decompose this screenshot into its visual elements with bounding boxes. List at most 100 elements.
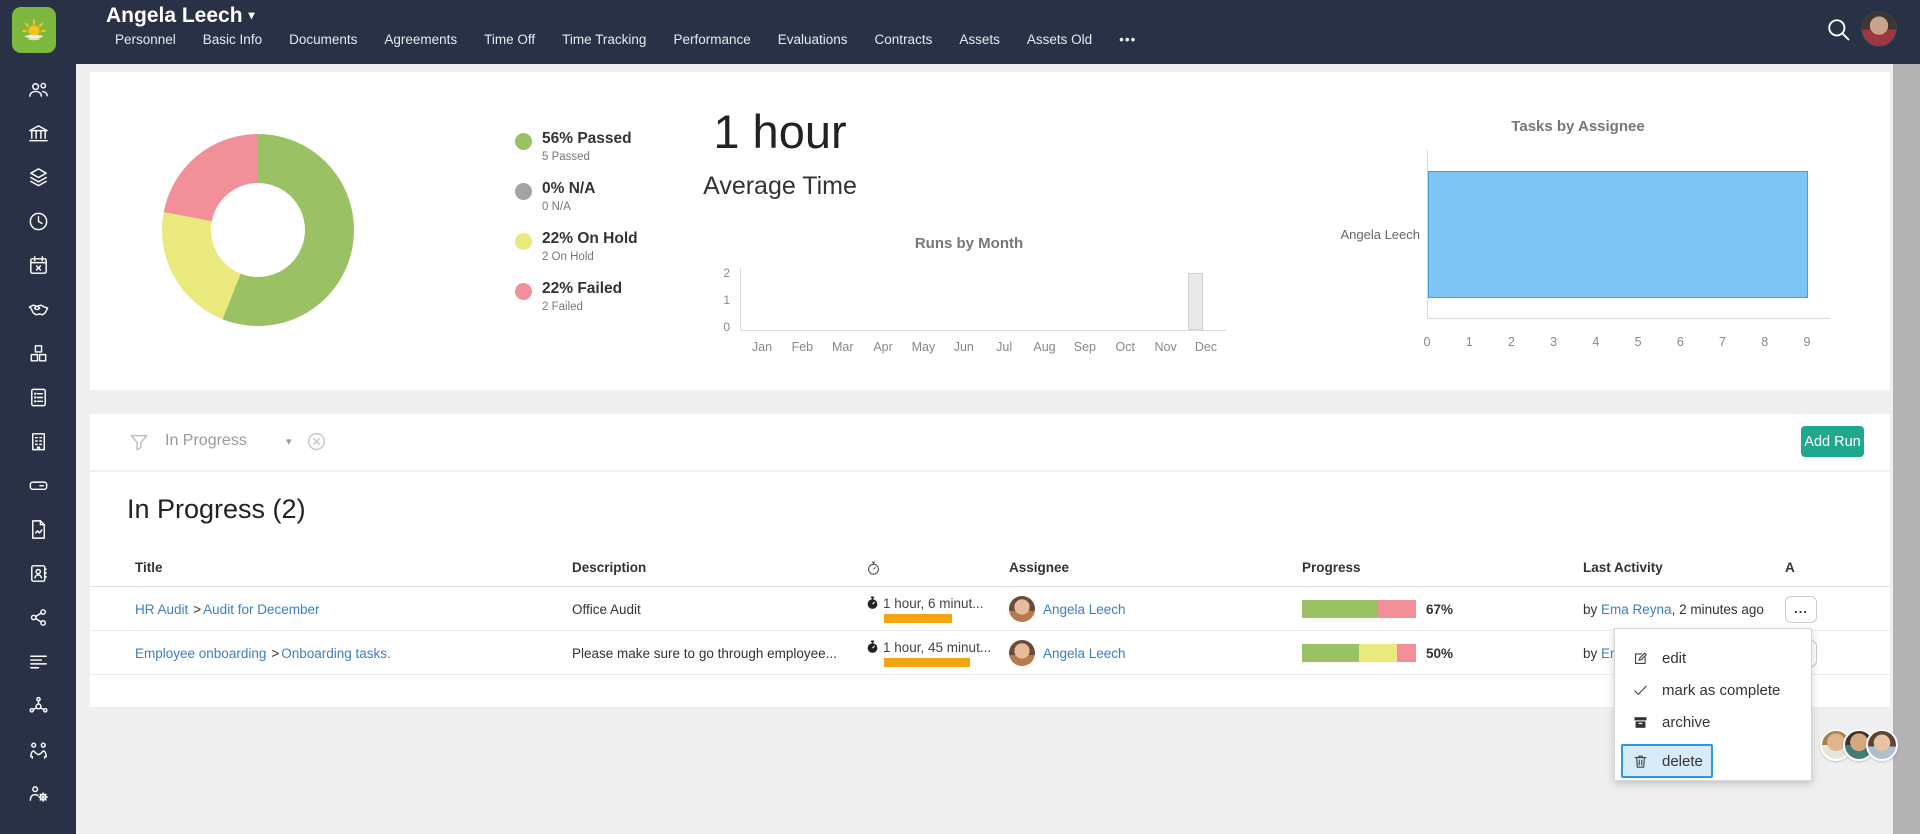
nav-contracts[interactable]: Contracts — [875, 32, 933, 47]
top-header: Angela Leech ▾ Personnel Basic Info Docum… — [0, 0, 1920, 64]
runs-status-donut-chart — [162, 134, 354, 326]
checklist-icon[interactable] — [27, 386, 50, 409]
filter-status-dropdown[interactable]: In Progress — [165, 432, 247, 450]
cubes-icon[interactable] — [27, 342, 50, 365]
time-progress-bar — [884, 613, 952, 623]
legend-dot-failed — [515, 283, 532, 300]
share-icon[interactable] — [27, 606, 50, 629]
progress-percent: 67% — [1426, 601, 1454, 617]
col-progress: Progress — [1302, 560, 1361, 575]
section-heading: In Progress (2) — [127, 494, 306, 524]
add-run-button[interactable]: Add Run — [1801, 426, 1864, 457]
nav-performance[interactable]: Performance — [673, 32, 750, 47]
col-actions: A — [1785, 560, 1795, 575]
people-pair-icon[interactable] — [27, 738, 50, 761]
filter-clear-icon[interactable] — [306, 431, 327, 452]
runs-month-labels: Jan Feb Mar Apr May Jun Jul Aug Sep Oct Nov De… — [751, 340, 1218, 354]
search-icon[interactable] — [1824, 15, 1852, 43]
run-link[interactable]: Audit for December — [203, 602, 319, 617]
row-actions-button[interactable]: ... — [1785, 595, 1817, 623]
run-link[interactable]: Onboarding tasks. — [281, 646, 391, 661]
average-time-label: Average Time — [703, 172, 857, 200]
runs-ytick-2: 2 — [723, 266, 730, 280]
filter-bar: In Progress ▾ Add Run — [90, 414, 1890, 470]
check-icon — [1634, 685, 1647, 695]
legend-dot-na — [515, 183, 532, 200]
average-time-value: 1 hour — [713, 105, 847, 158]
menu-item-delete[interactable]: delete — [1621, 744, 1713, 778]
filter-caret-icon[interactable]: ▾ — [286, 435, 292, 448]
page-title[interactable]: Angela Leech ▾ — [106, 4, 255, 28]
run-assignee-cell: Angela Leech — [1009, 587, 1126, 631]
nav-documents[interactable]: Documents — [289, 32, 357, 47]
bank-icon[interactable] — [27, 122, 50, 145]
presence-avatar-3[interactable] — [1866, 729, 1898, 761]
legend-on-hold: 22% On Hold 2 On Hold — [515, 230, 638, 263]
calendar-x-icon[interactable] — [27, 254, 50, 277]
run-parent-link[interactable]: HR Audit — [135, 602, 188, 617]
clock-icon[interactable] — [27, 210, 50, 233]
legend-na: 0% N/A 0 N/A — [515, 180, 595, 213]
document-chart-icon[interactable] — [27, 518, 50, 541]
nav-basic-info[interactable]: Basic Info — [203, 32, 262, 47]
trash-icon — [1634, 755, 1647, 768]
building-icon[interactable] — [27, 430, 50, 453]
people-gear-icon[interactable] — [27, 782, 50, 805]
table-row: HR Audit > Audit for December Office Aud… — [90, 587, 1890, 631]
tasks-x-axis — [1427, 318, 1830, 319]
run-progress-cell: 67% — [1302, 587, 1453, 631]
menu-item-edit[interactable]: edit — [1615, 642, 1813, 674]
menu-item-mark-complete[interactable]: mark as complete — [1615, 674, 1813, 706]
menu-item-archive[interactable]: archive — [1615, 706, 1813, 738]
nav-evaluations[interactable]: Evaluations — [778, 32, 848, 47]
col-last-activity: Last Activity — [1583, 560, 1663, 575]
table-header: Title Description Assignee Progress Last… — [90, 556, 1890, 587]
runs-bar-dec — [1188, 273, 1203, 330]
stopwatch-icon — [867, 640, 878, 653]
stopwatch-icon — [867, 596, 878, 609]
run-parent-link[interactable]: Employee onboarding — [135, 646, 266, 661]
runs-x-axis — [740, 330, 1226, 331]
handshake-icon[interactable] — [27, 298, 50, 321]
assignee-link[interactable]: Angela Leech — [1043, 602, 1126, 617]
progress-bar — [1302, 644, 1416, 662]
drive-icon[interactable] — [27, 474, 50, 497]
runs-ytick-0: 0 — [723, 320, 730, 334]
molecule-icon[interactable] — [27, 694, 50, 717]
runs-ytick-1: 1 — [723, 293, 730, 307]
nav-agreements[interactable]: Agreements — [384, 32, 457, 47]
top-navigation: Personnel Basic Info Documents Agreement… — [115, 32, 1136, 47]
legend-dot-on-hold — [515, 233, 532, 250]
progress-bar — [1302, 600, 1416, 618]
filter-funnel-icon[interactable] — [128, 431, 150, 453]
run-description: Please make sure to go through employee.… — [572, 645, 837, 661]
assignee-link[interactable]: Angela Leech — [1043, 646, 1126, 661]
people-group-icon[interactable] — [27, 78, 50, 101]
col-assignee: Assignee — [1009, 560, 1070, 575]
runs-y-axis — [740, 268, 741, 330]
nav-assets-old[interactable]: Assets Old — [1027, 32, 1092, 47]
user-avatar[interactable] — [1861, 11, 1897, 47]
page-scrollbar[interactable] — [1893, 64, 1920, 834]
tasks-bar-angela-leech — [1428, 171, 1808, 298]
run-assignee-cell: Angela Leech — [1009, 631, 1126, 675]
nav-time-tracking[interactable]: Time Tracking — [562, 32, 646, 47]
align-lines-icon[interactable] — [27, 650, 50, 673]
nav-more[interactable]: ••• — [1119, 32, 1136, 47]
layers-icon[interactable] — [27, 166, 50, 189]
app-logo[interactable] — [12, 7, 56, 53]
last-activity-user-link[interactable]: Ema Reyna — [1601, 602, 1672, 617]
col-description: Description — [572, 560, 647, 575]
left-sidebar — [0, 0, 76, 834]
runs-by-month-title: Runs by Month — [914, 235, 1024, 252]
nav-assets[interactable]: Assets — [959, 32, 1000, 47]
dashboard-panel: 56% Passed 5 Passed 0% N/A 0 N/A 22% On … — [90, 72, 1890, 390]
timer-column-icon — [866, 560, 881, 579]
nav-personnel[interactable]: Personnel — [115, 32, 176, 47]
legend-dot-passed — [515, 133, 532, 150]
nav-time-off[interactable]: Time Off — [484, 32, 535, 47]
run-last-activity: by Ema Reyna , 2 minutes ago — [1583, 601, 1764, 617]
tasks-xtick-labels: 01 23 45 67 89 — [1423, 335, 1811, 349]
contact-card-icon[interactable] — [27, 562, 50, 585]
run-title-cell: Employee onboarding > Onboarding tasks. — [135, 645, 391, 661]
